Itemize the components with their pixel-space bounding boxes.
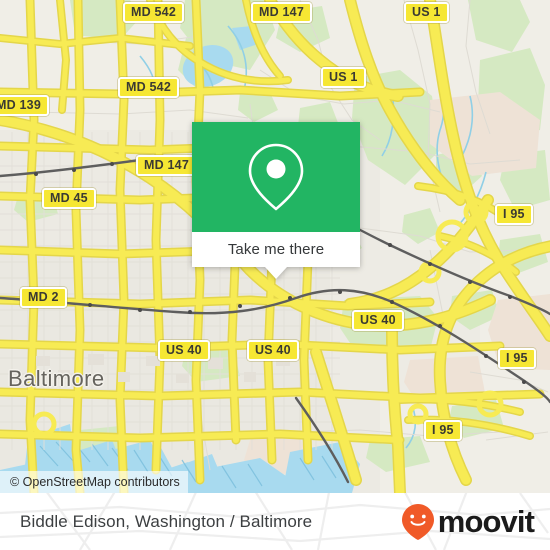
callout-image-area [192, 122, 360, 232]
moovit-wordmark: moovit [437, 504, 535, 539]
road-shield: MD 139 [0, 95, 49, 116]
osm-attribution[interactable]: © OpenStreetMap contributors [0, 471, 188, 493]
road-shield: I 95 [498, 348, 536, 369]
map-screenshot: MD 542 MD 147 US 1 US 1 MD 542 MD 139 MD… [0, 0, 550, 550]
road-shield: US 40 [247, 340, 299, 361]
road-shield: MD 45 [42, 188, 96, 209]
callout-action-bar[interactable]: Take me there [192, 232, 360, 267]
road-shield: US 40 [158, 340, 210, 361]
moovit-pin-smiley-icon [401, 503, 434, 540]
road-shield: US 1 [404, 2, 449, 23]
road-shield: MD 147 [251, 2, 312, 23]
road-shield: I 95 [495, 204, 533, 225]
road-shield: MD 2 [20, 287, 67, 308]
callout-pointer [265, 267, 287, 279]
road-shield: I 95 [424, 420, 462, 441]
road-shield: MD 147 [136, 155, 197, 176]
road-shield: US 40 [352, 310, 404, 331]
place-title: Biddle Edison, Washington / Baltimore [20, 511, 313, 531]
city-label-baltimore: Baltimore [8, 366, 105, 391]
take-me-there-callout[interactable]: Take me there [192, 122, 360, 279]
map-pin-icon [248, 143, 304, 211]
take-me-there-label: Take me there [227, 241, 325, 258]
road-shield: MD 542 [118, 77, 179, 98]
road-shield: MD 542 [123, 2, 184, 23]
moovit-logo[interactable]: moovit [400, 493, 535, 550]
road-shield: US 1 [321, 67, 366, 88]
footer-bar: Biddle Edison, Washington / Baltimore mo… [0, 493, 550, 550]
